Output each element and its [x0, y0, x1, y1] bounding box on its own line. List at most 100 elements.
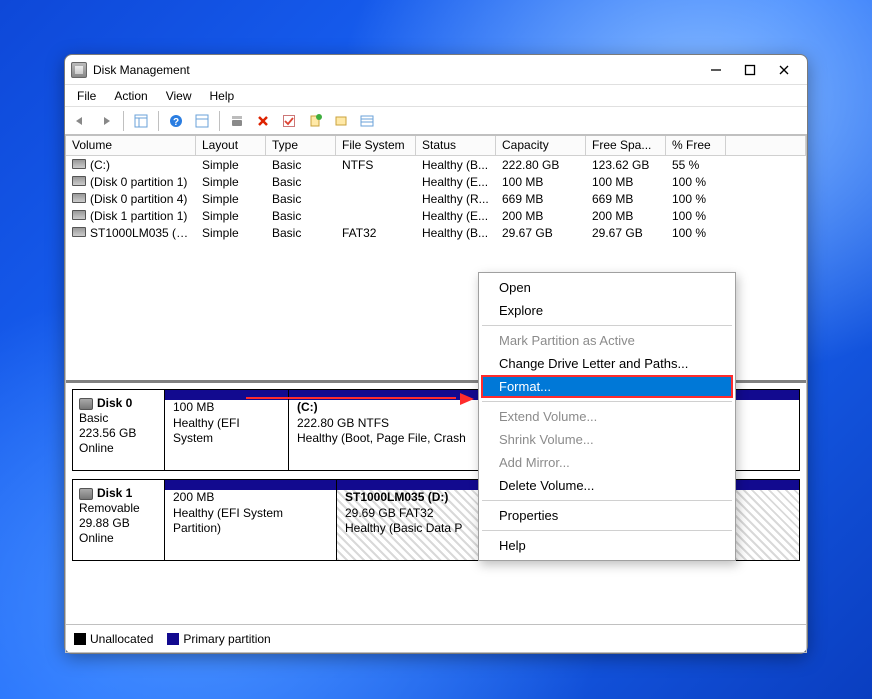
partition[interactable]: 100 MBHealthy (EFI System [164, 389, 289, 471]
app-icon [71, 62, 87, 78]
toolbar-separator [219, 111, 220, 131]
volume-row[interactable]: (C:)SimpleBasicNTFSHealthy (B...222.80 G… [66, 156, 806, 173]
cell: Healthy (B... [416, 158, 496, 172]
cell: 29.67 GB [586, 226, 666, 240]
disk-type: Removable [79, 501, 158, 516]
cell: 100 MB [586, 175, 666, 189]
partition[interactable]: 200 MBHealthy (EFI System Partition) [164, 479, 337, 561]
close-button[interactable] [767, 59, 801, 81]
menu-action[interactable]: Action [106, 87, 155, 105]
show-hide-button[interactable] [330, 110, 352, 132]
cell: Simple [196, 226, 266, 240]
volume-row[interactable]: ST1000LM035 (D:)SimpleBasicFAT32Healthy … [66, 224, 806, 241]
menu-file[interactable]: File [69, 87, 104, 105]
drive-icon [72, 210, 86, 220]
ctx-explore[interactable]: Explore [481, 299, 733, 322]
col-free[interactable]: Free Spa... [586, 136, 666, 155]
drive-icon [72, 227, 86, 237]
volume-row[interactable]: (Disk 0 partition 1)SimpleBasicHealthy (… [66, 173, 806, 190]
cell: 55 % [666, 158, 726, 172]
cell: Basic [266, 192, 336, 206]
cell: Basic [266, 175, 336, 189]
legend-primary: Primary partition [167, 632, 270, 646]
cell: 100 MB [496, 175, 586, 189]
svg-text:?: ? [173, 117, 179, 128]
menu-view[interactable]: View [158, 87, 200, 105]
cell: 100 % [666, 226, 726, 240]
ctx-separator [482, 401, 732, 402]
ctx-open[interactable]: Open [481, 276, 733, 299]
disk-label[interactable]: Disk 0Basic223.56 GBOnline [72, 389, 164, 471]
cell: Basic [266, 209, 336, 223]
forward-button[interactable] [95, 110, 117, 132]
cell: 200 MB [496, 209, 586, 223]
ctx-format[interactable]: Format... [481, 375, 733, 398]
back-button[interactable] [69, 110, 91, 132]
legend-unallocated-label: Unallocated [90, 632, 153, 646]
cell: Basic [266, 226, 336, 240]
ctx-help[interactable]: Help [481, 534, 733, 557]
check-button[interactable] [278, 110, 300, 132]
col-layout[interactable]: Layout [196, 136, 266, 155]
partition-cap [165, 390, 288, 400]
minimize-button[interactable] [699, 59, 733, 81]
ctx-shrink: Shrink Volume... [481, 428, 733, 451]
legend-unallocated: Unallocated [74, 632, 153, 646]
partition-status: Healthy (EFI System Partition) [173, 506, 328, 537]
cell: (Disk 0 partition 1) [66, 175, 196, 189]
help-button[interactable]: ? [165, 110, 187, 132]
cell: 222.80 GB [496, 158, 586, 172]
context-menu: Open Explore Mark Partition as Active Ch… [478, 272, 736, 561]
ctx-change-letter[interactable]: Change Drive Letter and Paths... [481, 352, 733, 375]
col-type[interactable]: Type [266, 136, 336, 155]
cell: Healthy (E... [416, 175, 496, 189]
cell: Simple [196, 209, 266, 223]
col-spacer [726, 136, 806, 155]
cell: Healthy (R... [416, 192, 496, 206]
refresh-button[interactable] [226, 110, 248, 132]
menubar: File Action View Help [65, 85, 807, 107]
col-volume[interactable]: Volume [66, 136, 196, 155]
cell: ST1000LM035 (D:) [66, 226, 196, 240]
drive-icon [72, 176, 86, 186]
col-capacity[interactable]: Capacity [496, 136, 586, 155]
tree-button[interactable] [130, 110, 152, 132]
list-button[interactable] [356, 110, 378, 132]
cell: (C:) [66, 158, 196, 172]
volume-row[interactable]: (Disk 1 partition 1)SimpleBasicHealthy (… [66, 207, 806, 224]
delete-button[interactable] [252, 110, 274, 132]
disk-status: Online [79, 441, 158, 456]
col-pct[interactable]: % Free [666, 136, 726, 155]
properties-button[interactable] [191, 110, 213, 132]
cell: (Disk 0 partition 4) [66, 192, 196, 206]
toolbar-separator [158, 111, 159, 131]
disk-title: Disk 0 [97, 396, 132, 411]
maximize-button[interactable] [733, 59, 767, 81]
volume-row[interactable]: (Disk 0 partition 4)SimpleBasic Healthy (… [66, 190, 806, 207]
cell: Healthy (B... [416, 226, 496, 240]
cell: 100 % [666, 175, 726, 189]
cell: FAT32 [336, 226, 416, 240]
disk-status: Online [79, 531, 158, 546]
partition-cap [165, 480, 336, 490]
disk-title: Disk 1 [97, 486, 132, 501]
col-status[interactable]: Status [416, 136, 496, 155]
drive-icon [72, 193, 86, 203]
ctx-delete[interactable]: Delete Volume... [481, 474, 733, 497]
col-filesystem[interactable]: File System [336, 136, 416, 155]
cell: Basic [266, 158, 336, 172]
ctx-properties[interactable]: Properties [481, 504, 733, 527]
legend: Unallocated Primary partition [66, 624, 806, 652]
new-button[interactable] [304, 110, 326, 132]
cell: 100 % [666, 209, 726, 223]
cell: Simple [196, 192, 266, 206]
window-title: Disk Management [93, 63, 699, 77]
partition-size: 200 MB [173, 490, 328, 506]
cell: 29.67 GB [496, 226, 586, 240]
cell: NTFS [336, 158, 416, 172]
cell: 200 MB [586, 209, 666, 223]
disk-icon [79, 488, 93, 500]
ctx-mirror: Add Mirror... [481, 451, 733, 474]
disk-label[interactable]: Disk 1Removable29.88 GBOnline [72, 479, 164, 561]
menu-help[interactable]: Help [202, 87, 243, 105]
